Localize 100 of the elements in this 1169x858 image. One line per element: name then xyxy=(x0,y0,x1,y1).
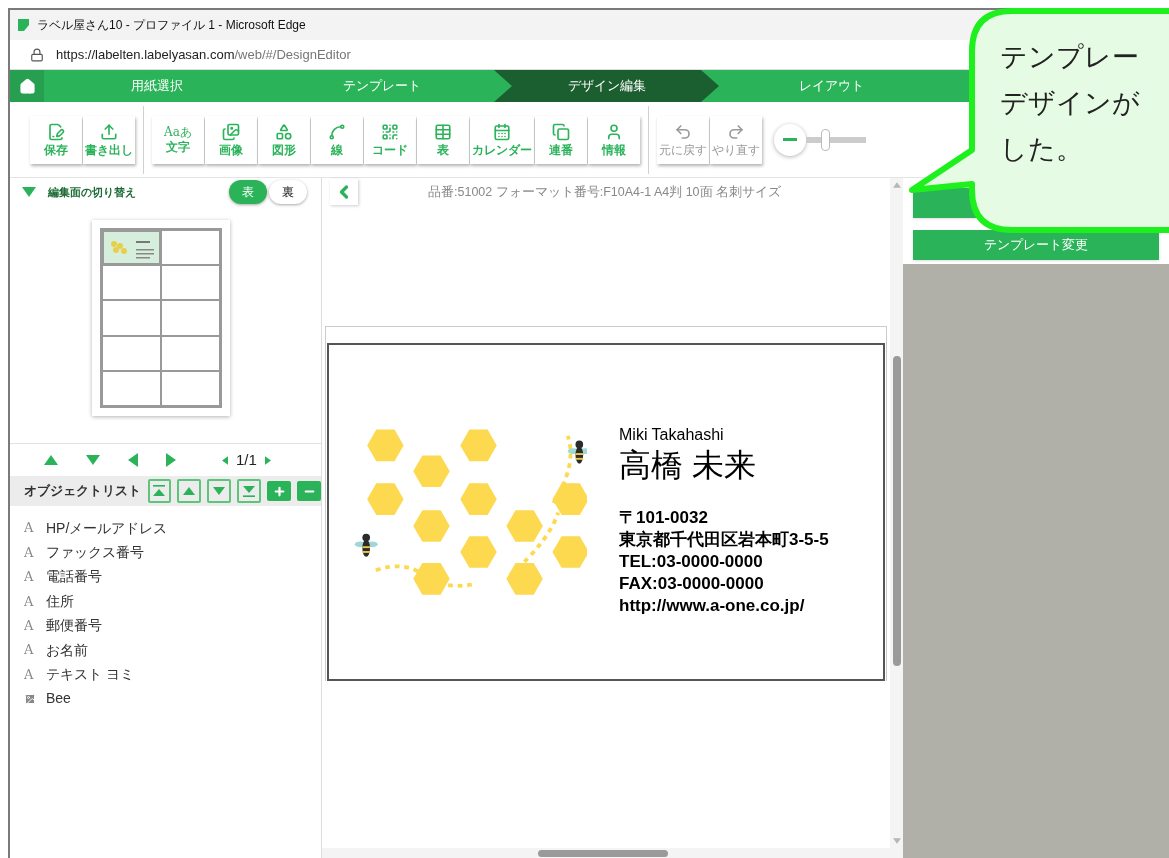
scrollbar-thumb[interactable] xyxy=(892,356,901,666)
file-pen-icon xyxy=(47,123,65,141)
callout-text: デザインが xyxy=(1000,87,1140,120)
text-object-icon: A xyxy=(24,616,36,636)
side-toggle[interactable]: 表 xyxy=(229,180,267,204)
images-icon xyxy=(222,123,240,141)
remove-group-button[interactable] xyxy=(297,481,321,501)
text-tool-glyph: Aaあ xyxy=(164,126,192,138)
zoom-out-button[interactable] xyxy=(774,123,806,156)
vertical-scrollbar[interactable] xyxy=(890,178,903,848)
plus-icon xyxy=(272,484,286,498)
move-to-bottom-icon xyxy=(242,485,257,497)
business-card[interactable]: Miki Takahashi 高橋 未来 〒101-0032 東京都千代田区岩本町3-5-5 TEL:03-0000-0000 FAX:03-0000-0000 http://www.a-one.co.jp/ xyxy=(327,343,885,681)
scroll-up-icon[interactable] xyxy=(892,182,901,188)
object-list-title: オブジェクトリスト xyxy=(24,482,142,500)
template-change-button[interactable]: テンプレート変更 xyxy=(913,230,1159,260)
toolbar-button[interactable]: 線 xyxy=(311,115,363,164)
step-tab[interactable]: デザイン編集 xyxy=(494,70,719,102)
collapse-triangle-icon[interactable] xyxy=(22,187,36,197)
toolbar-button[interactable]: 書き出し xyxy=(83,115,135,164)
text-object-icon: A xyxy=(24,591,36,612)
collapse-panel-button[interactable] xyxy=(330,179,358,205)
panel-title: 編集面の切り替え xyxy=(48,184,137,200)
object-list-item[interactable]: A 郵便番号 xyxy=(10,613,321,638)
move-to-top-icon xyxy=(152,485,167,497)
upload-icon xyxy=(100,123,118,141)
horizontal-scrollbar[interactable] xyxy=(322,848,903,858)
calendar-icon xyxy=(493,123,511,141)
toolbar-button[interactable]: 保存 xyxy=(30,115,82,164)
table-icon xyxy=(434,123,452,141)
object-list-item[interactable]: Bee xyxy=(10,686,321,712)
object-list-item[interactable]: A 電話番号 xyxy=(10,564,321,590)
toolbar-button[interactable]: 画像 xyxy=(205,115,257,164)
contact-line: FAX:03-0000-0000 xyxy=(619,573,765,595)
label-slot xyxy=(101,370,161,406)
person-name: 高橋 未来 xyxy=(619,446,757,485)
object-list-item[interactable]: A テキスト ヨミ xyxy=(10,662,321,687)
stacked-cards-icon xyxy=(552,123,570,141)
text-object-icon: A xyxy=(24,518,36,538)
move-left-icon[interactable] xyxy=(128,453,138,467)
order-button[interactable] xyxy=(177,479,202,503)
url-text: https://labelten.labelyasan.com/web/#/DesignEditor xyxy=(56,45,351,64)
label-slot xyxy=(160,370,220,406)
order-button[interactable] xyxy=(147,479,172,503)
move-right-icon[interactable] xyxy=(166,453,176,467)
move-up-icon[interactable] xyxy=(44,455,58,465)
home-button[interactable] xyxy=(10,70,44,102)
app-logo-icon xyxy=(18,19,29,31)
person-icon xyxy=(605,123,623,141)
object-list-item[interactable]: A ファックス番号 xyxy=(10,540,321,565)
callout-text: テンプレー xyxy=(1000,41,1140,74)
callout-text: した。 xyxy=(1000,133,1084,166)
toolbar-button[interactable]: Aaあ 文字 xyxy=(152,115,204,164)
next-page-icon[interactable] xyxy=(264,455,271,465)
toolbar-button[interactable]: 情報 xyxy=(588,115,640,164)
redo-icon xyxy=(727,123,745,141)
contact-line: 〒101-0032 xyxy=(619,507,709,529)
scroll-down-icon[interactable] xyxy=(892,838,901,844)
order-button[interactable] xyxy=(237,479,262,503)
order-button[interactable] xyxy=(207,479,232,503)
text-object-icon: A xyxy=(24,567,36,587)
label-slot xyxy=(101,265,161,301)
label-slot xyxy=(160,230,220,266)
object-list-item[interactable]: A お名前 xyxy=(10,637,321,663)
image-object-icon xyxy=(24,692,36,705)
toolbar-button[interactable]: 連番 xyxy=(535,115,587,164)
scrollbar-thumb[interactable] xyxy=(538,850,668,857)
label-slot xyxy=(101,335,161,371)
object-list-item[interactable]: A 住所 xyxy=(10,589,321,614)
romaji-name: Miki Takahashi xyxy=(619,425,725,445)
toolbar-button[interactable]: カレンダー xyxy=(470,115,534,164)
minus-icon xyxy=(783,138,797,141)
text-object-icon: A xyxy=(24,664,36,685)
home-icon xyxy=(18,77,36,95)
shapes-icon xyxy=(275,123,293,141)
sheet-info: 品番:51002 フォーマット番号:F10A4-1 A4判 10面 名刺サイズ xyxy=(428,183,782,201)
toolbar-button[interactable]: コード xyxy=(364,115,416,164)
toolbar-button[interactable]: 図形 xyxy=(258,115,310,164)
text-object-icon: A xyxy=(24,542,36,563)
contact-line: http://www.a-one.co.jp/ xyxy=(619,595,806,617)
previous-page-icon[interactable] xyxy=(222,455,228,465)
move-down-icon xyxy=(212,485,227,497)
sheet-thumbnail[interactable] xyxy=(91,220,230,416)
lock-icon xyxy=(30,47,44,62)
toolbar-button[interactable]: 表 xyxy=(417,115,469,164)
add-group-button[interactable] xyxy=(267,481,292,501)
move-down-icon[interactable] xyxy=(86,455,100,465)
side-toggle[interactable]: 裏 xyxy=(269,180,307,204)
slider-thumb[interactable] xyxy=(821,128,831,151)
contact-line: TEL:03-0000-0000 xyxy=(619,551,764,573)
qr-code-icon xyxy=(381,123,399,141)
zoom-slider[interactable] xyxy=(806,128,866,151)
text-object-icon: A xyxy=(24,640,36,660)
label-slot xyxy=(101,300,161,336)
undo-icon xyxy=(674,123,692,141)
contact-line: 東京都千代田区岩本町3-5-5 xyxy=(619,529,829,551)
window-title: ラベル屋さん10 - プロファイル 1 - Microsoft Edge xyxy=(37,17,306,34)
spline-icon xyxy=(328,123,346,141)
label-slot xyxy=(160,300,220,336)
object-list-item[interactable]: A HP/メールアドレス xyxy=(10,516,321,541)
